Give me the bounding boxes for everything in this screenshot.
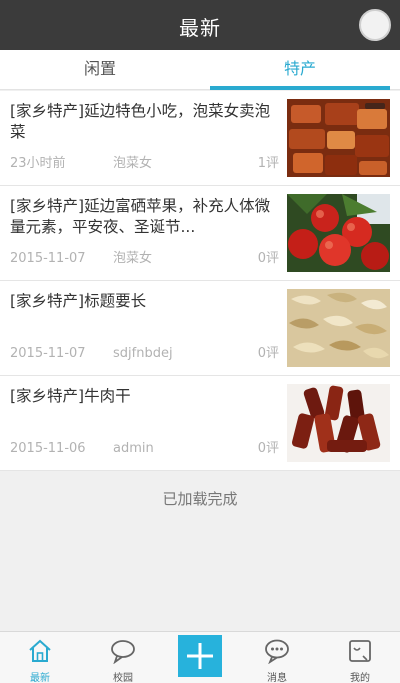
page-title: 最新 bbox=[179, 16, 221, 40]
item-title: [家乡特产]延边富硒苹果，补充人体微量元素，平安夜、圣诞节... bbox=[10, 197, 271, 236]
item-author: admin bbox=[113, 441, 154, 456]
tab-bar: 闲置 特产 bbox=[0, 50, 400, 90]
item-title: [家乡特产]标题要长 bbox=[10, 292, 147, 310]
item-author: 泡菜女 bbox=[113, 156, 153, 171]
tab-specialty[interactable]: 特产 bbox=[200, 50, 400, 90]
item-author: 泡菜女 bbox=[113, 251, 153, 266]
item-comment-count: 0评 bbox=[257, 346, 279, 361]
item-comment-count: 0评 bbox=[257, 441, 279, 456]
dried-snack-image bbox=[287, 289, 390, 367]
item-comment-count: 0评 bbox=[257, 251, 279, 266]
nav-campus-label: 校园 bbox=[113, 673, 133, 683]
item-title: [家乡特产]牛肉干 bbox=[10, 387, 131, 405]
list-item[interactable]: [家乡特产]延边特色小吃，泡菜女卖泡菜 23小时前 泡菜女 1评 bbox=[0, 91, 400, 186]
nav-messages[interactable]: 消息 bbox=[237, 632, 317, 683]
top-bar: 最新 bbox=[0, 0, 400, 50]
item-time: 2015-11-07 bbox=[10, 346, 86, 361]
list-item[interactable]: [家乡特产]延边富硒苹果，补充人体微量元素，平安夜、圣诞节... 2015-11… bbox=[0, 186, 400, 281]
add-post-button[interactable] bbox=[178, 635, 222, 677]
message-icon bbox=[265, 639, 289, 664]
load-complete-text: 已加载完成 bbox=[162, 490, 238, 508]
kimchi-image bbox=[287, 99, 390, 177]
list-item[interactable]: [家乡特产]标题要长 2015-11-07 sdjfnbdej 0评 bbox=[0, 281, 400, 376]
nav-latest[interactable]: 最新 bbox=[0, 632, 80, 683]
nav-messages-label: 消息 bbox=[267, 673, 287, 683]
plus-icon bbox=[187, 643, 213, 669]
home-icon bbox=[29, 639, 51, 662]
post-list: [家乡特产]延边特色小吃，泡菜女卖泡菜 23小时前 泡菜女 1评 [家乡特产]延… bbox=[0, 91, 400, 471]
item-comment-count: 1评 bbox=[257, 156, 279, 171]
bottom-nav: 最新 校园 消息 我的 bbox=[0, 631, 400, 683]
nav-latest-label: 最新 bbox=[30, 673, 50, 683]
avatar[interactable] bbox=[359, 9, 391, 41]
apples-image bbox=[287, 194, 390, 272]
nav-mine-label: 我的 bbox=[350, 673, 370, 683]
item-time: 23小时前 bbox=[10, 156, 66, 171]
beef-jerky-image bbox=[287, 384, 390, 462]
tab-idle[interactable]: 闲置 bbox=[0, 50, 200, 90]
item-author: sdjfnbdej bbox=[113, 346, 173, 361]
chat-bubble-icon bbox=[111, 640, 135, 664]
list-item[interactable]: [家乡特产]牛肉干 2015-11-06 admin 0评 bbox=[0, 376, 400, 471]
nav-mine[interactable]: 我的 bbox=[320, 632, 400, 683]
item-time: 2015-11-06 bbox=[10, 441, 86, 456]
profile-icon bbox=[349, 640, 371, 662]
item-title: [家乡特产]延边特色小吃，泡菜女卖泡菜 bbox=[10, 102, 271, 141]
item-time: 2015-11-07 bbox=[10, 251, 86, 266]
nav-campus[interactable]: 校园 bbox=[83, 632, 163, 683]
